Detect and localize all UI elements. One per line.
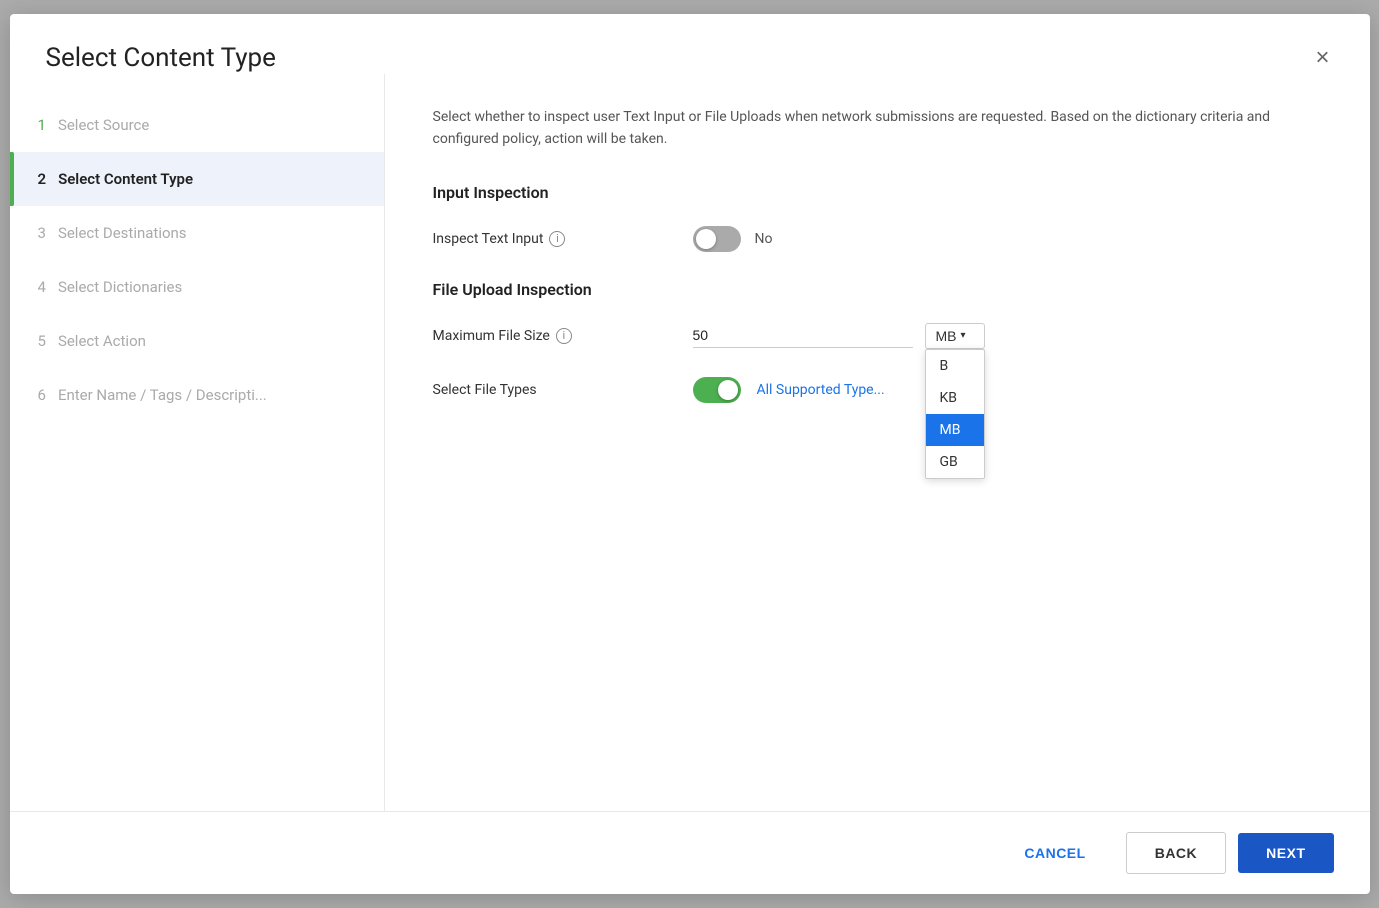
- sidebar-item-label-6: Enter Name / Tags / Descripti...: [58, 386, 267, 404]
- modal-footer: CANCEL BACK NEXT: [10, 811, 1370, 894]
- max-file-size-input[interactable]: [693, 323, 913, 348]
- unit-option-mb[interactable]: MB: [926, 414, 984, 446]
- description-text: Select whether to inspect user Text Inpu…: [433, 106, 1313, 151]
- sidebar-item-select-action[interactable]: 5 Select Action: [10, 314, 384, 368]
- inspect-text-row: Inspect Text Input i No: [433, 226, 1322, 252]
- sidebar-item-select-content-type[interactable]: 2 Select Content Type: [10, 152, 384, 206]
- modal: Select Content Type × 1 Select Source 2 …: [10, 14, 1370, 894]
- back-button[interactable]: BACK: [1126, 832, 1226, 874]
- inspect-text-toggle[interactable]: [693, 226, 741, 252]
- select-file-types-label: Select File Types: [433, 382, 693, 398]
- unit-option-gb[interactable]: GB: [926, 446, 984, 478]
- select-file-types-row: Select File Types All Supported Type...: [433, 377, 1322, 403]
- main-content: Select whether to inspect user Text Inpu…: [385, 74, 1370, 811]
- sidebar-item-label-4: Select Dictionaries: [58, 278, 182, 296]
- unit-dropdown: B KB MB GB: [925, 349, 985, 479]
- file-upload-inspection-title: File Upload Inspection: [433, 280, 1322, 299]
- close-button[interactable]: ×: [1311, 42, 1333, 74]
- inspect-text-toggle-value: No: [755, 231, 773, 247]
- chevron-down-icon: ▾: [961, 330, 966, 341]
- unit-dropdown-wrapper: MB ▾ B KB MB GB: [925, 323, 985, 349]
- unit-option-kb[interactable]: KB: [926, 382, 984, 414]
- select-file-types-toggle-knob: [718, 380, 738, 400]
- sidebar-item-select-destinations[interactable]: 3 Select Destinations: [10, 206, 384, 260]
- sidebar-item-label-1: Select Source: [58, 116, 149, 134]
- file-upload-inspection-section: File Upload Inspection Maximum File Size…: [433, 280, 1322, 403]
- sidebar-item-select-source[interactable]: 1 Select Source: [10, 98, 384, 152]
- sidebar-item-label-5: Select Action: [58, 332, 146, 350]
- modal-overlay: Select Content Type × 1 Select Source 2 …: [0, 0, 1379, 908]
- unit-option-b[interactable]: B: [926, 350, 984, 382]
- step-3-number: 3: [38, 224, 46, 242]
- step-5-number: 5: [38, 332, 46, 350]
- max-file-size-label: Maximum File Size i: [433, 328, 693, 344]
- select-file-types-toggle-track[interactable]: [693, 377, 741, 403]
- input-inspection-title: Input Inspection: [433, 183, 1322, 202]
- inspect-text-toggle-knob: [696, 229, 716, 249]
- inspect-text-toggle-track[interactable]: [693, 226, 741, 252]
- sidebar-item-enter-name[interactable]: 6 Enter Name / Tags / Descripti...: [10, 368, 384, 422]
- modal-header: Select Content Type ×: [10, 14, 1370, 74]
- next-button[interactable]: NEXT: [1238, 833, 1333, 873]
- sidebar: 1 Select Source 2 Select Content Type 3 …: [10, 74, 385, 811]
- sidebar-item-label-3: Select Destinations: [58, 224, 187, 242]
- unit-selected-value: MB: [936, 328, 957, 344]
- step-1-number: 1: [38, 116, 46, 134]
- step-4-number: 4: [38, 278, 46, 296]
- input-inspection-section: Input Inspection Inspect Text Input i No: [433, 183, 1322, 252]
- step-2-number: 2: [38, 170, 47, 188]
- modal-body: 1 Select Source 2 Select Content Type 3 …: [10, 74, 1370, 811]
- max-file-size-info-icon[interactable]: i: [556, 328, 572, 344]
- sidebar-item-select-dictionaries[interactable]: 4 Select Dictionaries: [10, 260, 384, 314]
- modal-title: Select Content Type: [46, 43, 276, 73]
- inspect-text-label: Inspect Text Input i: [433, 231, 693, 247]
- select-file-types-toggle[interactable]: [693, 377, 741, 403]
- cancel-button[interactable]: CANCEL: [996, 833, 1113, 873]
- sidebar-item-label-2: Select Content Type: [58, 170, 193, 188]
- unit-select-button[interactable]: MB ▾: [925, 323, 985, 349]
- step-6-number: 6: [38, 386, 46, 404]
- inspect-text-info-icon[interactable]: i: [549, 231, 565, 247]
- max-file-size-row: Maximum File Size i MB ▾ B KB: [433, 323, 1322, 349]
- all-supported-types-link[interactable]: All Supported Type...: [757, 382, 885, 398]
